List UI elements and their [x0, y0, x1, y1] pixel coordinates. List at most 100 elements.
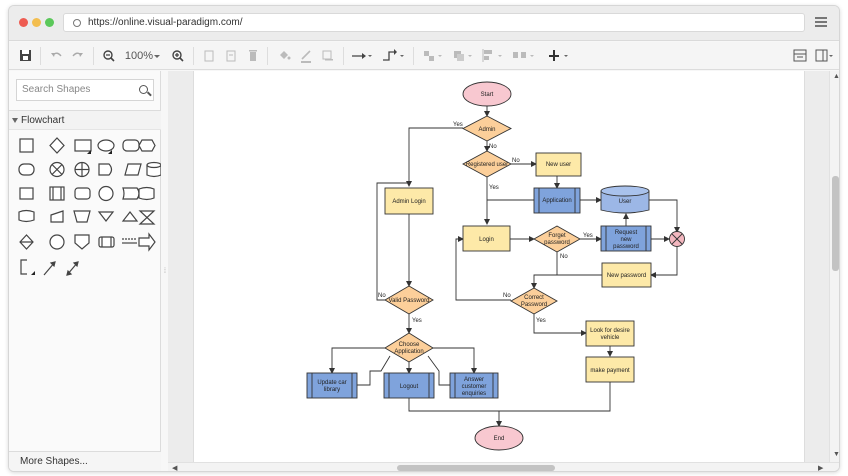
fill-color-icon[interactable] — [277, 46, 291, 66]
circle-shape[interactable] — [49, 234, 65, 250]
login-process[interactable]: Login — [462, 225, 511, 252]
stored-data-shape[interactable] — [74, 187, 91, 200]
process-shape[interactable] — [19, 138, 34, 153]
display-shape[interactable] — [122, 187, 140, 200]
manual-input-shape[interactable] — [50, 210, 64, 223]
vertical-scroll-thumb[interactable] — [832, 176, 839, 271]
save-icon[interactable] — [19, 46, 33, 66]
subroutine-shape[interactable] — [98, 236, 115, 248]
svg-text:make payment: make payment — [590, 368, 630, 374]
junction-x-icon[interactable] — [669, 231, 685, 247]
waypoint-style-icon[interactable] — [381, 46, 405, 66]
rounded-rect-shape[interactable] — [122, 139, 140, 152]
terminator-shape[interactable] — [18, 163, 35, 176]
extract-shape[interactable] — [121, 211, 139, 222]
start-node[interactable]: Start — [462, 81, 512, 107]
admin-login-process[interactable]: Admin Login — [384, 187, 434, 215]
browser-menu-icon[interactable] — [815, 17, 827, 27]
svg-text:Forget: Forget — [548, 233, 566, 239]
ellipse-shape[interactable] — [97, 139, 115, 152]
horizontal-scrollbar[interactable]: ◀ ▶ — [168, 462, 839, 471]
group-icon[interactable] — [451, 46, 475, 66]
forget-password-decision[interactable]: Forget password — [533, 225, 581, 253]
valid-password-decision[interactable]: Valid Password — [384, 285, 434, 315]
end-node[interactable]: End — [474, 425, 524, 451]
connector-shape[interactable] — [98, 185, 114, 202]
align-icon[interactable] — [481, 46, 505, 66]
vertical-scrollbar[interactable]: ▲ ▼ — [829, 71, 839, 462]
answer-customer-enquiries-process[interactable]: Answer customer enquiries — [449, 372, 499, 399]
scroll-right-icon[interactable]: ▶ — [818, 464, 823, 471]
shadow-icon[interactable] — [321, 46, 335, 66]
tape-shape[interactable] — [138, 186, 155, 201]
redo-icon[interactable] — [71, 46, 85, 66]
search-shapes-input[interactable]: Search Shapes — [16, 79, 154, 101]
scroll-left-icon[interactable]: ◀ — [172, 464, 177, 471]
diagram-page[interactable]: Yes No No Yes Yes No No Yes No Yes Start… — [193, 71, 805, 462]
panel-toggle-icon[interactable] — [815, 46, 835, 66]
look-for-vehicle-process[interactable]: Look for desire vehicle — [585, 320, 635, 347]
undo-icon[interactable] — [49, 46, 63, 66]
merge-shape[interactable] — [97, 211, 115, 222]
internal-storage-shape[interactable] — [19, 187, 34, 200]
manual-operation-shape[interactable] — [73, 210, 91, 223]
collate-shape[interactable] — [138, 210, 156, 225]
new-user-process[interactable]: New user — [535, 152, 582, 177]
maximize-window-button[interactable] — [45, 18, 54, 27]
svg-text:Choose: Choose — [399, 342, 420, 348]
offpage-connector-shape[interactable] — [74, 234, 90, 250]
database-shape[interactable] — [146, 161, 161, 178]
data-shape[interactable] — [124, 163, 142, 176]
connector-style-icon[interactable] — [351, 46, 373, 66]
double-line-arrow-shape[interactable] — [66, 261, 79, 276]
delay-shape[interactable] — [98, 163, 113, 176]
line-color-icon[interactable] — [299, 46, 313, 66]
admin-decision[interactable]: Admin — [462, 115, 512, 142]
copy-icon[interactable] — [203, 46, 215, 66]
request-new-password-process[interactable]: Request new password — [600, 225, 652, 252]
update-car-library-process[interactable]: Update car library — [306, 372, 358, 399]
choose-application-decision[interactable]: Choose Application — [384, 332, 434, 363]
card-shape[interactable] — [18, 209, 35, 223]
summing-junction-shape[interactable] — [74, 161, 90, 178]
search-icon[interactable] — [139, 85, 148, 94]
zoom-out-icon[interactable] — [102, 46, 116, 66]
new-password-process[interactable]: New password — [601, 262, 652, 288]
more-shapes-button[interactable]: More Shapes... — [9, 451, 161, 471]
hexagon-shape[interactable] — [138, 139, 156, 152]
decision-shape[interactable] — [49, 137, 65, 154]
paste-icon[interactable] — [225, 46, 237, 66]
address-bar[interactable]: https://online.visual-paradigm.com/ — [63, 13, 805, 32]
arrange-icon[interactable] — [421, 46, 445, 66]
insert-icon[interactable] — [547, 46, 571, 66]
user-database[interactable]: User — [600, 185, 650, 214]
distribute-icon[interactable] — [511, 46, 537, 66]
scroll-up-icon[interactable]: ▲ — [833, 73, 839, 80]
sidebar-resize-grip[interactable]: ⁞ — [164, 268, 166, 275]
document-shape[interactable] — [74, 139, 92, 152]
close-window-button[interactable] — [19, 18, 28, 27]
line-arrow-shape[interactable] — [43, 261, 56, 276]
dashed-line-shape[interactable] — [122, 238, 137, 244]
annotation-shape[interactable] — [20, 259, 27, 275]
flowchart-section-header[interactable]: Flowchart — [9, 110, 161, 130]
predefined-process-shape[interactable] — [49, 186, 65, 201]
arrow-shape[interactable] — [138, 232, 156, 252]
format-panel-icon[interactable] — [793, 46, 807, 66]
application-predefined-process[interactable]: Application — [533, 187, 581, 214]
logout-process[interactable]: Logout — [383, 372, 435, 399]
horizontal-scroll-thumb[interactable] — [397, 465, 555, 471]
sort-shape[interactable] — [19, 234, 34, 250]
zoom-level[interactable]: 100% — [123, 46, 155, 66]
zoom-in-icon[interactable] — [171, 46, 185, 66]
registered-user-decision[interactable]: Registered user — [462, 150, 512, 178]
or-shape[interactable] — [49, 161, 65, 178]
url-text: https://online.visual-paradigm.com/ — [88, 17, 243, 28]
delete-icon[interactable] — [247, 46, 259, 66]
minimize-window-button[interactable] — [32, 18, 41, 27]
zoom-dropdown-icon[interactable] — [153, 46, 161, 66]
scroll-down-icon[interactable]: ▼ — [833, 451, 839, 458]
make-payment-process[interactable]: make payment — [585, 356, 635, 383]
correct-password-decision[interactable]: Correct Password — [510, 287, 558, 315]
diagram-canvas[interactable]: Yes No No Yes Yes No No Yes No Yes Start… — [168, 71, 829, 462]
